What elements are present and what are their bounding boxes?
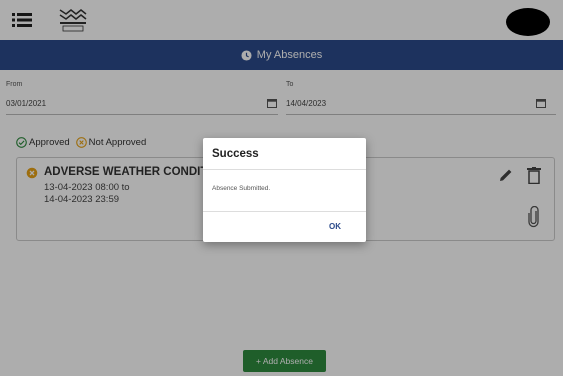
dialog-divider: [203, 211, 366, 212]
success-dialog: Success Absence Submitted. OK: [203, 138, 366, 242]
dialog-title: Success: [212, 148, 259, 160]
dialog-message: Absence Submitted.: [212, 185, 271, 192]
dialog-divider: [203, 169, 366, 170]
ok-button[interactable]: OK: [315, 217, 355, 235]
